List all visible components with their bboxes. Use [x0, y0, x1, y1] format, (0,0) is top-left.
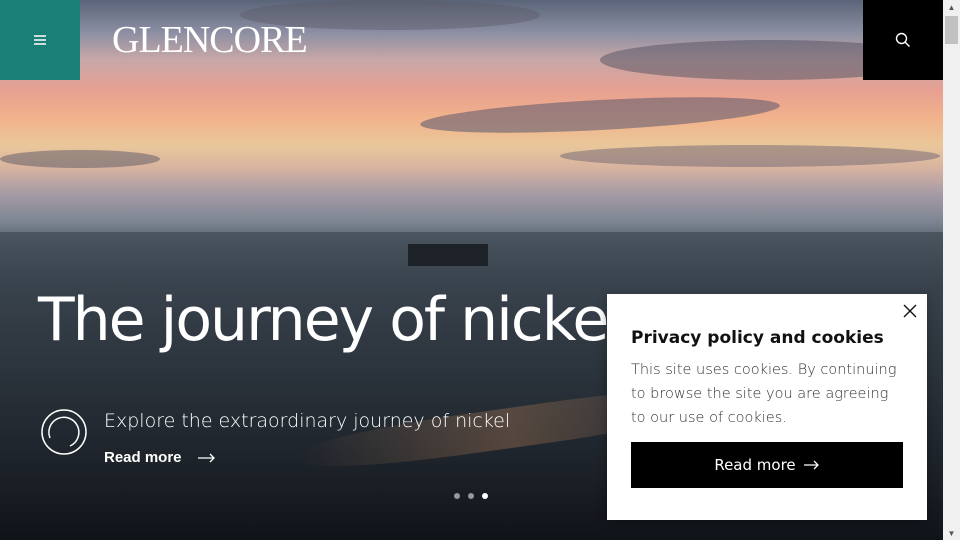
close-icon[interactable]	[901, 302, 919, 320]
cookie-dialog-text: This site uses cookies. By continuing to…	[631, 362, 897, 426]
glencore-logo[interactable]: GLENCORE	[112, 18, 308, 62]
hero-subtitle: Explore the extraordinary journey of nic…	[104, 410, 511, 432]
carousel-dot-2[interactable]	[468, 493, 474, 499]
scroll-up-arrow-icon[interactable]: ▲	[943, 0, 960, 14]
hamburger-menu-icon	[34, 35, 46, 45]
cookie-consent-dialog: Privacy policy and cookies This site use…	[607, 294, 927, 520]
hero-background-cloud	[419, 90, 781, 140]
hero-title: The journey of nickel	[38, 285, 624, 355]
scrollbar-thumb[interactable]	[945, 16, 958, 44]
cookie-read-more-label: Read more	[714, 456, 796, 474]
cookie-dialog-title: Privacy policy and cookies	[631, 328, 884, 348]
search-icon	[895, 32, 910, 47]
arrow-right-icon	[197, 453, 215, 462]
arrow-right-icon	[803, 460, 819, 470]
carousel-dots	[454, 493, 488, 499]
hero-background-cloud	[0, 150, 160, 168]
search-button[interactable]	[863, 0, 943, 80]
cookie-read-more-button[interactable]: Read more	[631, 442, 903, 488]
page-scrollbar[interactable]: ▲ ▼	[943, 0, 960, 540]
hero-read-more-label: Read more	[104, 449, 182, 466]
scroll-down-arrow-icon[interactable]: ▼	[943, 526, 960, 540]
menu-button[interactable]	[0, 0, 80, 80]
carousel-dot-1[interactable]	[454, 493, 460, 499]
carousel-dot-3[interactable]	[482, 493, 488, 499]
hero-plant-silhouette	[408, 244, 488, 266]
hero-read-more-link[interactable]: Read more	[104, 449, 216, 466]
circle-loader-icon	[41, 409, 87, 455]
hero-background-cloud	[560, 145, 940, 167]
